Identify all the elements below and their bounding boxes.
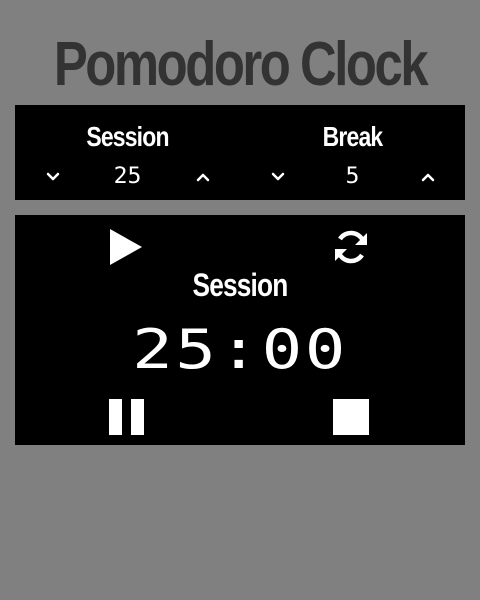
pause-icon: [109, 399, 144, 435]
chevron-down-icon: [271, 172, 285, 181]
break-decrement-button[interactable]: [266, 165, 290, 189]
timer-label: Session: [192, 267, 289, 303]
session-length-label: Session: [86, 121, 169, 152]
play-button[interactable]: [107, 227, 147, 267]
play-icon: [110, 229, 142, 265]
settings-panel: Session 25 Break 5: [15, 105, 465, 200]
break-length-label: Break: [322, 121, 384, 152]
app-title: Pomodoro Clock: [53, 30, 429, 99]
chevron-up-icon: [421, 173, 435, 182]
stop-icon: [333, 399, 369, 435]
chevron-down-icon: [46, 172, 60, 181]
chevron-up-icon: [196, 173, 210, 182]
timer-display: 25:00: [132, 318, 348, 381]
break-increment-button[interactable]: [416, 165, 440, 189]
stop-button[interactable]: [331, 397, 371, 437]
refresh-icon: [335, 230, 367, 264]
timer-panel: Session 25:00: [15, 215, 465, 445]
session-increment-button[interactable]: [191, 165, 215, 189]
pause-button[interactable]: [107, 397, 147, 437]
session-setting: Session 25: [15, 105, 240, 200]
break-setting: Break 5: [240, 105, 465, 200]
break-length-value: 5: [345, 164, 360, 189]
session-length-value: 25: [113, 164, 142, 189]
reset-button[interactable]: [331, 227, 371, 267]
session-decrement-button[interactable]: [41, 165, 65, 189]
